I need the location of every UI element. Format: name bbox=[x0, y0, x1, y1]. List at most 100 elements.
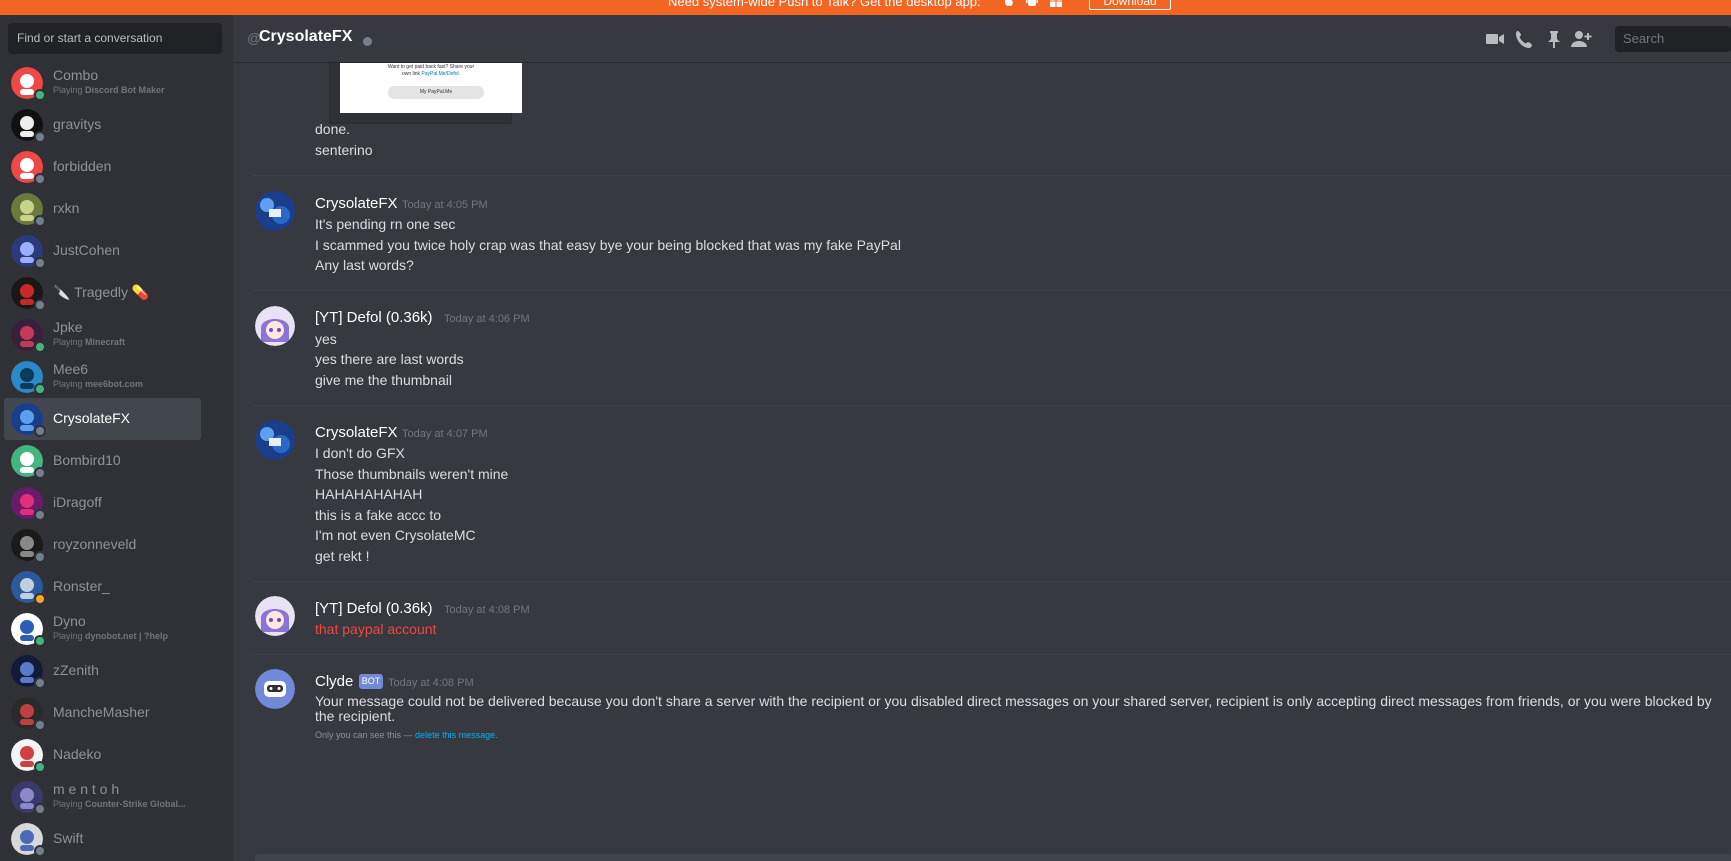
status-indicator bbox=[34, 215, 46, 227]
dm-item[interactable]: CrysolateFX bbox=[4, 398, 201, 440]
status-indicator bbox=[34, 635, 46, 647]
clyde-message-text: Your message could not be delivered beca… bbox=[315, 693, 1712, 724]
clyde-avatar[interactable] bbox=[255, 669, 295, 709]
channel-header: @ CrysolateFX Search bbox=[233, 15, 1731, 63]
dm-item[interactable]: JustCohen bbox=[4, 230, 201, 272]
paypal-embed-card: Want to get paid back fast? Share your o… bbox=[340, 63, 522, 113]
activity-name: mee6bot.com bbox=[85, 379, 144, 389]
find-conversation-input[interactable]: Find or start a conversation bbox=[8, 23, 222, 54]
dm-item[interactable]: m e n t o h Playing Counter-Strike Global… bbox=[4, 776, 201, 818]
pin-icon[interactable] bbox=[1543, 29, 1565, 49]
avatar[interactable] bbox=[255, 420, 295, 460]
dm-name: m e n t o h bbox=[53, 781, 120, 797]
paypal-me-button: My PayPal.Me bbox=[388, 86, 484, 99]
dm-name: JustCohen bbox=[53, 242, 120, 258]
dm-name: royzonneveld bbox=[53, 536, 137, 552]
dm-name: MancheMasher bbox=[53, 704, 150, 720]
status-indicator bbox=[34, 467, 46, 479]
message-line: yes bbox=[315, 331, 337, 347]
activity-prefix: Playing bbox=[53, 85, 86, 95]
windows-icon[interactable] bbox=[1049, 0, 1063, 8]
phone-icon[interactable] bbox=[1513, 29, 1535, 49]
dm-activity: Playing Minecraft bbox=[53, 337, 125, 347]
add-friend-icon[interactable] bbox=[1570, 29, 1592, 49]
message-line: Those thumbnails weren't mine bbox=[315, 466, 509, 482]
apple-icon[interactable] bbox=[1002, 0, 1016, 8]
message-line: It's pending rn one sec bbox=[315, 216, 456, 232]
dm-item[interactable]: gravitys bbox=[4, 104, 201, 146]
dm-item[interactable]: Ronster_ bbox=[4, 566, 201, 608]
paypal-link: PayPal.Me/Defol. bbox=[421, 71, 461, 77]
dm-name: 🔪 Tragedly 💊 bbox=[53, 284, 150, 300]
dm-activity: Playing Counter-Strike Global... bbox=[53, 799, 186, 809]
message-timestamp: Today at 4:06 PM bbox=[444, 313, 530, 325]
dm-name: Nadeko bbox=[53, 746, 102, 762]
dm-item[interactable]: Dyno Playing dynobot.net | ?help bbox=[4, 608, 201, 650]
activity-prefix: Playing bbox=[53, 799, 86, 809]
dm-item[interactable]: Mee6 Playing mee6bot.com bbox=[4, 356, 201, 398]
avatar[interactable] bbox=[255, 306, 295, 346]
activity-prefix: Playing bbox=[53, 379, 86, 389]
dm-item[interactable]: MancheMasher bbox=[4, 692, 201, 734]
dm-name: rxkn bbox=[53, 200, 80, 216]
status-indicator bbox=[34, 593, 46, 605]
avatar[interactable] bbox=[255, 191, 295, 231]
android-icon[interactable] bbox=[1025, 0, 1039, 8]
message-author[interactable]: CrysolateFX bbox=[315, 424, 398, 441]
paypal-embed-text: Want to get paid back fast? Share your o… bbox=[350, 64, 512, 78]
activity-name: dynobot.net | ?help bbox=[85, 631, 169, 641]
status-indicator bbox=[34, 509, 46, 521]
bot-tag: BOT bbox=[359, 674, 383, 689]
dm-list: Combo Playing Discord Bot Maker gravitys fo… bbox=[4, 62, 233, 860]
dm-item[interactable]: royzonneveld bbox=[4, 524, 201, 566]
message-author[interactable]: [YT] Defol (0.36k) bbox=[315, 600, 433, 617]
status-indicator bbox=[34, 677, 46, 689]
message-line: HAHAHAHAHAH bbox=[315, 486, 423, 502]
message-line: get rekt ! bbox=[315, 548, 370, 564]
message-author[interactable]: [YT] Defol (0.36k) bbox=[315, 309, 433, 326]
dm-item[interactable]: 🔪 Tragedly 💊 bbox=[4, 272, 201, 314]
embed-line-2: own link bbox=[401, 71, 422, 77]
dm-item[interactable]: Jpke Playing Minecraft bbox=[4, 314, 201, 356]
status-indicator bbox=[34, 803, 46, 815]
dm-name: Bombird10 bbox=[53, 452, 121, 468]
dm-item[interactable]: Swift bbox=[4, 818, 201, 860]
dm-item[interactable]: iDragoff bbox=[4, 482, 201, 524]
dm-sidebar: Find or start a conversation Combo Playin… bbox=[0, 15, 233, 861]
message-line: give me the thumbnail bbox=[315, 372, 452, 388]
activity-prefix: Playing bbox=[53, 631, 86, 641]
dm-name: zZenith bbox=[53, 662, 99, 678]
dm-item[interactable]: Combo Playing Discord Bot Maker bbox=[4, 62, 201, 104]
message-line: I scammed you twice holy crap was that e… bbox=[315, 237, 901, 253]
dm-name: CrysolateFX bbox=[53, 410, 131, 426]
embed-line-1: Want to get paid back fast? Share your bbox=[387, 64, 475, 70]
dm-name: iDragoff bbox=[53, 494, 102, 510]
activity-prefix: Playing bbox=[53, 337, 86, 347]
paypal-embed-image[interactable]: Want to get paid back fast? Share your o… bbox=[329, 63, 522, 124]
message-input-bar[interactable] bbox=[255, 854, 1731, 861]
message-line: Any last words? bbox=[315, 257, 414, 273]
status-indicator bbox=[34, 131, 46, 143]
status-indicator bbox=[34, 257, 46, 269]
dm-item[interactable]: forbidden bbox=[4, 146, 201, 188]
dm-activity: Playing Discord Bot Maker bbox=[53, 85, 165, 95]
activity-name: Counter-Strike Global... bbox=[85, 799, 186, 809]
dm-name: Combo bbox=[53, 67, 99, 83]
video-icon[interactable] bbox=[1484, 29, 1506, 49]
dm-item[interactable]: rxkn bbox=[4, 188, 201, 230]
avatar[interactable] bbox=[255, 596, 295, 636]
message-author[interactable]: CrysolateFX bbox=[315, 195, 398, 212]
download-button[interactable]: Download bbox=[1089, 0, 1171, 10]
dm-item[interactable]: zZenith bbox=[4, 650, 201, 692]
search-input[interactable]: Search bbox=[1615, 26, 1731, 52]
dm-activity: Playing mee6bot.com bbox=[53, 379, 143, 389]
message-author[interactable]: Clyde bbox=[315, 673, 353, 690]
status-indicator bbox=[34, 299, 46, 311]
dm-name: Mee6 bbox=[53, 361, 89, 377]
dm-item[interactable]: Nadeko bbox=[4, 734, 201, 776]
delete-message-link[interactable]: delete this message. bbox=[415, 730, 498, 740]
message-divider bbox=[253, 405, 1731, 406]
dm-name: Ronster_ bbox=[53, 578, 110, 594]
message-timestamp: Today at 4:08 PM bbox=[388, 677, 474, 689]
dm-item[interactable]: Bombird10 bbox=[4, 440, 201, 482]
